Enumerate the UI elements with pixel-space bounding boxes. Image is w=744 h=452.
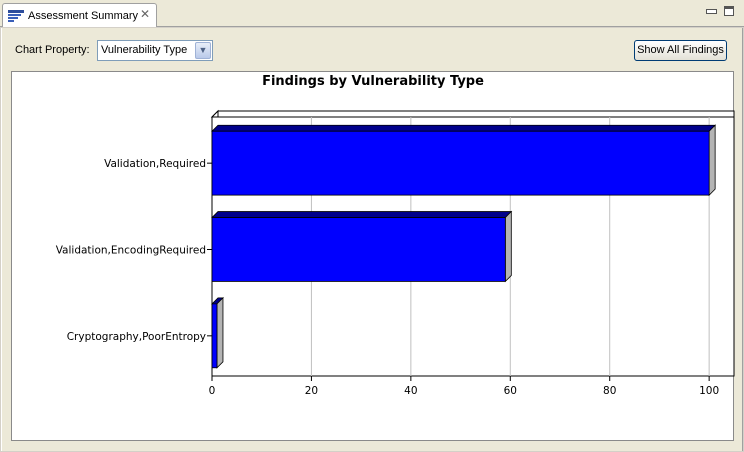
chart-list-icon	[8, 10, 24, 25]
x-tick-label: 80	[603, 385, 616, 397]
bar	[211, 303, 218, 369]
chart-property-value: Vulnerability Type	[101, 44, 188, 56]
chart-title: Findings by Vulnerability Type	[262, 74, 484, 89]
bar-top	[211, 211, 513, 218]
x-tick-label: 60	[504, 385, 517, 397]
tab-assessment-summary[interactable]: Assessment Summary ✕	[2, 3, 157, 27]
chart-property-label: Chart Property:	[15, 44, 90, 56]
bar-side	[708, 124, 716, 197]
chart-property-select[interactable]: Vulnerability Type ▼	[97, 40, 213, 61]
maximize-icon[interactable]	[724, 6, 734, 16]
tab-label: Assessment Summary	[28, 10, 139, 22]
x-tick-label: 20	[305, 385, 318, 397]
view-title-bar: Assessment Summary ✕	[0, 0, 744, 27]
minimize-icon[interactable]	[706, 6, 717, 16]
show-all-findings-button[interactable]: Show All Findings	[634, 40, 727, 61]
y-tick-label: Validation,EncodingRequired	[56, 245, 206, 257]
findings-bar-chart: Findings by Vulnerability Type Validation…	[56, 74, 735, 397]
chart-area: Findings by Vulnerability Type Validation…	[11, 71, 735, 441]
x-tick-label: 0	[209, 385, 216, 397]
bar	[211, 217, 506, 282]
bar-side	[216, 296, 224, 369]
close-icon[interactable]: ✕	[140, 7, 150, 21]
bar-side	[504, 210, 512, 283]
y-tick-label: Cryptography,PoorEntropy	[67, 331, 206, 343]
bar	[211, 130, 710, 196]
y-tick-label: Validation,Required	[104, 158, 206, 170]
chevron-down-icon[interactable]: ▼	[195, 42, 211, 59]
x-tick-label: 100	[699, 385, 719, 397]
x-tick-label: 40	[404, 385, 417, 397]
plot-top-face	[210, 110, 735, 118]
bar-top	[211, 124, 717, 132]
